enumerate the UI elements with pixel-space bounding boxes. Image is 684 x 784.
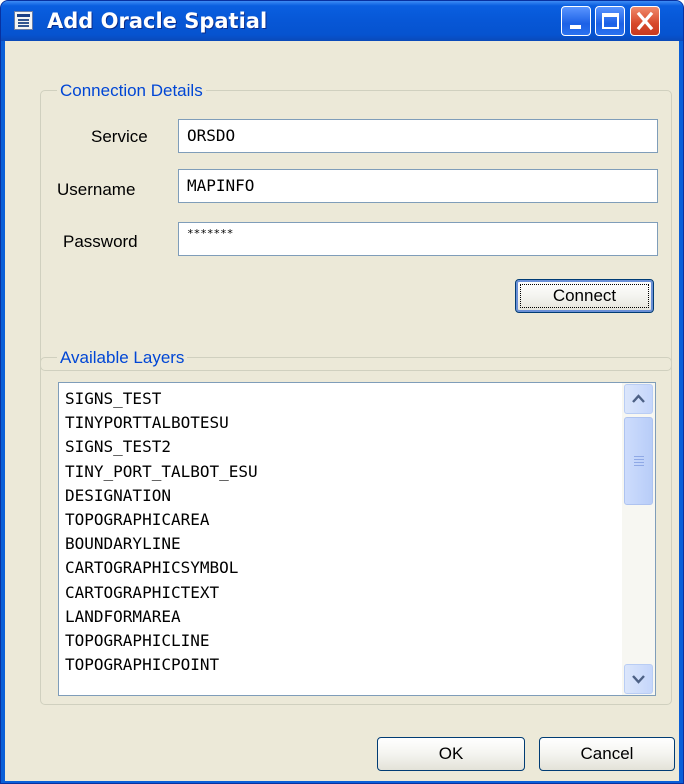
chevron-down-icon — [632, 675, 645, 684]
list-item[interactable]: CARTOGRAPHICTEXT — [65, 581, 621, 605]
maximize-icon — [602, 13, 619, 29]
service-label: Service — [91, 127, 148, 146]
connect-button[interactable]: Connect — [515, 279, 654, 313]
connection-details-label: Connection Details — [57, 81, 206, 101]
minimize-button[interactable] — [561, 6, 591, 36]
scroll-up-button[interactable] — [624, 384, 653, 414]
service-input[interactable]: ORSDO — [178, 119, 658, 153]
cancel-button[interactable]: Cancel — [539, 737, 675, 771]
dialog-list-icon — [14, 11, 33, 30]
dialog-window: Add Oracle Spatial Connection Details Se… — [0, 0, 684, 784]
available-layers-list[interactable]: SIGNS_TEST TINYPORTTALBOTESU SIGNS_TEST2… — [58, 382, 656, 696]
chevron-up-icon — [632, 394, 645, 403]
focus-rect — [520, 284, 649, 308]
ok-button-label: OK — [438, 744, 464, 763]
list-item[interactable]: TOPOGRAPHICLINE — [65, 629, 621, 653]
list-item[interactable]: SIGNS_TEST — [65, 387, 621, 411]
available-layers-label: Available Layers — [57, 348, 188, 368]
layer-items: SIGNS_TEST TINYPORTTALBOTESU SIGNS_TEST2… — [65, 387, 621, 677]
password-input[interactable]: ******* — [178, 222, 658, 256]
window-title: Add Oracle Spatial — [47, 9, 268, 33]
list-item[interactable]: TINY_PORT_TALBOT_ESU — [65, 460, 621, 484]
maximize-button[interactable] — [595, 6, 625, 36]
list-item[interactable]: TOPOGRAPHICAREA — [65, 508, 621, 532]
ok-button[interactable]: OK — [377, 737, 525, 771]
minimize-icon — [570, 25, 581, 29]
username-label: Username — [57, 180, 136, 199]
dialog-client-area: Connection Details Service ORSDO Usernam… — [5, 41, 679, 781]
list-item[interactable]: LANDFORMAREA — [65, 605, 621, 629]
list-item[interactable]: DESIGNATION — [65, 484, 621, 508]
close-button[interactable] — [630, 6, 660, 36]
password-label: Password — [63, 232, 138, 251]
list-item[interactable]: TINYPORTTALBOTESU — [65, 411, 621, 435]
scroll-down-button[interactable] — [624, 664, 653, 694]
title-bar[interactable]: Add Oracle Spatial — [1, 1, 683, 41]
vertical-scrollbar[interactable] — [622, 383, 655, 695]
list-item[interactable]: BOUNDARYLINE — [65, 532, 621, 556]
scroll-thumb[interactable] — [624, 417, 653, 505]
list-item[interactable]: SIGNS_TEST2 — [65, 435, 621, 459]
username-input[interactable]: MAPINFO — [178, 169, 658, 203]
cancel-button-label: Cancel — [580, 744, 634, 763]
list-item[interactable]: CARTOGRAPHICSYMBOL — [65, 556, 621, 580]
close-icon — [636, 11, 654, 31]
list-item[interactable]: TOPOGRAPHICPOINT — [65, 653, 621, 677]
